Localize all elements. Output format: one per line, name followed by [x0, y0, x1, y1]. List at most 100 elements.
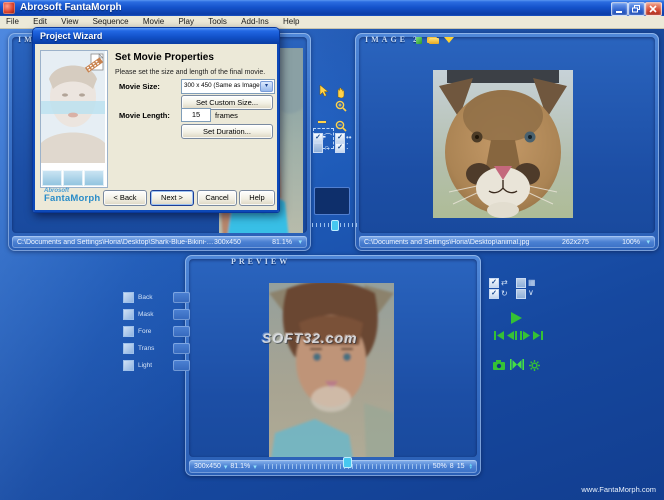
wizard-heading: Set Movie Properties [115, 52, 214, 63]
wizard-subtitle: Please set the size and length of the fi… [115, 69, 266, 76]
layer-mask-swatch-button[interactable] [173, 308, 190, 320]
chevron-down-icon[interactable]: ▾ [253, 463, 257, 471]
layer-row-light: Light [123, 359, 190, 371]
image2-statusbar: C:\Documents and Settings\Horia\Desktop\… [359, 236, 655, 248]
arc-icon: ∩ [324, 143, 330, 152]
funnel-icon[interactable] [444, 37, 454, 43]
help-button[interactable]: Help [239, 190, 275, 206]
preview-statusbar: 300x450 ▾ 81.1% ▾ 50% 8 15 ▴ ▾ [189, 457, 477, 473]
app-window: Abrosoft FantaMorph File Edit View Seque… [0, 0, 664, 500]
preview-frame-total[interactable]: 15 [457, 463, 465, 470]
menu-item-help[interactable]: Help [277, 16, 305, 28]
prev-frame-button[interactable] [507, 331, 517, 340]
layer-fore-label: Fore [138, 327, 152, 335]
render-movie-button[interactable] [510, 359, 524, 370]
layer-trans-checkbox[interactable] [123, 342, 134, 354]
window-titlebar[interactable]: Abrosoft FantaMorph [0, 0, 664, 16]
image2-canvas[interactable] [359, 37, 655, 233]
marker-icon[interactable] [416, 37, 422, 44]
movie-size-select[interactable]: 300 x 450 (Same as Image 1) ▾ [181, 79, 275, 94]
timeline-slider-thumb[interactable] [342, 457, 352, 468]
preview-size-label: 300x450 [194, 463, 221, 470]
show-curve-left-checkbox[interactable]: ✓ [313, 133, 323, 143]
zoom-in-button[interactable] [335, 99, 347, 117]
first-frame-button[interactable] [494, 331, 504, 340]
film-toggle-checkbox[interactable] [516, 278, 526, 288]
spinner-down-icon[interactable]: ▾ [469, 465, 472, 470]
gear-icon [529, 360, 540, 371]
play-button[interactable] [510, 312, 522, 324]
zoom-out-icon [335, 120, 347, 132]
wizard-title: Project Wizard [40, 31, 103, 41]
layer-row-fore: Fore [123, 325, 190, 337]
brand-line2: FantaMorph [44, 193, 101, 204]
wizard-titlebar[interactable]: Project Wizard [33, 28, 279, 44]
dots-column-icon: ⁚ [346, 142, 349, 151]
next-button[interactable]: Next > [150, 190, 194, 206]
layer-back-swatch-button[interactable] [173, 291, 190, 303]
layer-mask-label: Mask [138, 310, 154, 318]
play-icon [511, 312, 522, 324]
show-curve-right-checkbox[interactable] [313, 143, 323, 153]
layer-light-swatch-button[interactable] [173, 359, 190, 371]
minus-icon[interactable] [318, 121, 326, 123]
step-back-icon [507, 331, 517, 340]
loop-toggle-checkbox[interactable]: ✓ [489, 289, 499, 299]
frame-spinner[interactable]: ▴ ▾ [469, 462, 472, 470]
image2-zoom-value[interactable]: 100% [614, 239, 640, 246]
image2-panel: IMAGE 2 C:\Documents and Settings\Horia\… [355, 33, 659, 251]
settings-button[interactable] [529, 360, 540, 371]
filmstrip-icon [83, 53, 105, 78]
layer-light-checkbox[interactable] [123, 359, 134, 371]
layer-trans-swatch-button[interactable] [173, 342, 190, 354]
chevron-down-icon[interactable]: ▾ [292, 238, 302, 246]
camera-icon [493, 360, 505, 370]
preview-canvas[interactable] [189, 259, 477, 457]
movie-size-value: 300 x 450 (Same as Image 1) [184, 82, 267, 89]
loop-icon: ↻ [501, 289, 508, 298]
show-dots-left-checkbox[interactable]: ✓ [335, 133, 345, 143]
layer-fore-swatch-button[interactable] [173, 325, 190, 337]
mini-slider-thumb[interactable] [331, 220, 339, 231]
site-link[interactable]: www.FantaMorph.com [581, 485, 656, 494]
chevron-down-icon[interactable]: ▾ [224, 463, 228, 471]
dots-line-icon: •• [346, 133, 352, 142]
menu-item-file[interactable]: File [0, 16, 25, 28]
preview-zoom-value[interactable]: 81.1% [230, 463, 250, 470]
curve-icon: ⌒ [324, 133, 332, 142]
movie-length-label: Movie Length: [119, 111, 170, 120]
folder-icon[interactable] [429, 38, 439, 44]
image2-size-label: 262x275 [562, 238, 589, 246]
wizard-thumbnails [42, 170, 104, 186]
navigator-box[interactable] [314, 187, 350, 215]
next-frame-button[interactable] [520, 331, 530, 340]
chevron-down-icon[interactable]: ▾ [640, 238, 650, 246]
back-button[interactable]: < Back [103, 190, 147, 206]
movie-length-input[interactable]: 15 [181, 108, 211, 122]
minimize-button[interactable] [611, 2, 628, 16]
layer-row-back: Back [123, 291, 190, 303]
arrow-tool-button[interactable] [318, 84, 329, 102]
cancel-button[interactable]: Cancel [197, 190, 237, 206]
image1-file-path: C:\Documents and Settings\Horia\Desktop\… [17, 238, 214, 246]
chevron-down-icon[interactable]: ▾ [260, 81, 273, 92]
show-dots-right-checkbox[interactable]: ✓ [335, 143, 345, 153]
wizard-side-image [40, 50, 108, 188]
movie-size-label: Movie Size: [119, 82, 160, 91]
layer-fore-checkbox[interactable] [123, 325, 134, 337]
restore-button[interactable] [628, 2, 645, 16]
set-duration-button[interactable]: Set Duration... [181, 124, 273, 139]
layer-mask-checkbox[interactable] [123, 308, 134, 320]
collapse-toggle-checkbox[interactable] [516, 289, 526, 299]
layer-back-checkbox[interactable] [123, 291, 134, 303]
thumbnail-3 [84, 170, 104, 186]
close-button[interactable] [645, 2, 662, 16]
preview-blend-value: 50% [432, 463, 447, 470]
image1-zoom-value[interactable]: 81.1% [266, 239, 292, 246]
chevron-down-icon: ∨ [528, 288, 534, 297]
snapshot-button[interactable] [493, 360, 505, 370]
swap-toggle-checkbox[interactable]: ✓ [489, 278, 499, 288]
last-frame-button[interactable] [533, 331, 543, 340]
app-icon [3, 2, 15, 14]
timeline-slider-track[interactable] [263, 457, 429, 469]
